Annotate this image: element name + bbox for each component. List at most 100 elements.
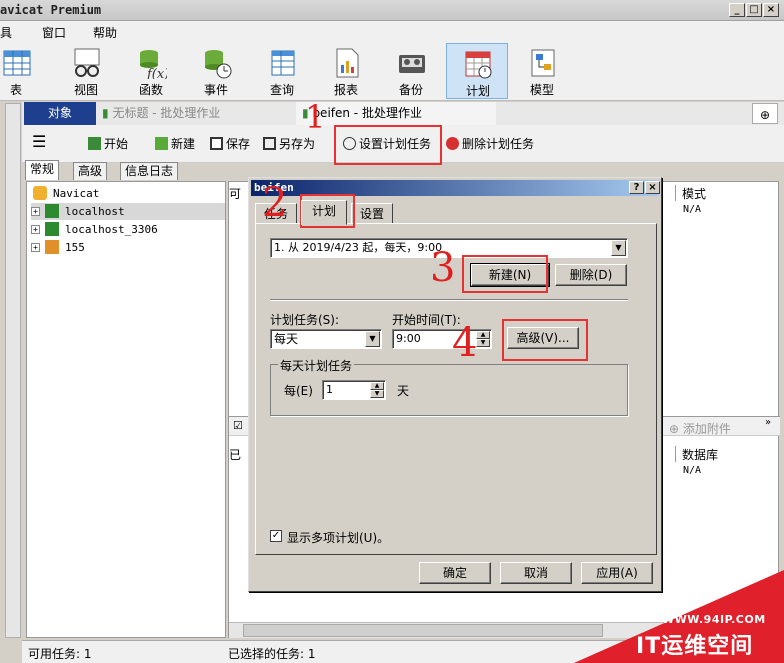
tree-root[interactable]: Navicat [33, 185, 99, 202]
tab-beifen[interactable]: ▮ beifen - 批处理作业 [296, 102, 496, 125]
delete-schedule-btn[interactable]: 删除(D) [555, 264, 627, 286]
toolbar-view[interactable]: 视图 [58, 43, 114, 99]
dropdown-icon[interactable]: ▼ [611, 240, 626, 256]
toolbar-report[interactable]: 报表 [318, 43, 374, 99]
ok-button[interactable]: 确定 [419, 562, 491, 584]
checkbox-icon[interactable]: ☑ [233, 419, 243, 432]
tree-item-localhost3306[interactable]: + localhost_3306 [31, 221, 158, 238]
menu-bar: 具 窗口 帮助 [0, 21, 784, 43]
new-schedule-button[interactable]: 新建(N) [471, 264, 549, 286]
every-input[interactable]: 1 ▲ ▼ [322, 380, 386, 400]
new-tab-icon[interactable]: ⊕ [752, 103, 778, 124]
spin-down-icon[interactable]: ▼ [476, 339, 490, 347]
set-schedule-label: 设置计划任务 [359, 137, 432, 151]
start-label: 开始 [104, 137, 129, 151]
left-scrollbar[interactable] [5, 103, 21, 638]
help-icon[interactable]: ? [629, 181, 644, 194]
table-icon [3, 50, 31, 76]
col-mode: 模式 [675, 185, 780, 201]
menu-help[interactable]: 帮助 [93, 24, 117, 41]
tree-item-label: localhost [65, 205, 125, 218]
scroll-thumb[interactable] [243, 624, 603, 637]
schedule-list[interactable]: 1. 从 2019/4/23 起，每天，9:00 ▼ [270, 238, 628, 258]
dialog-tab-schedule[interactable]: 计划 [301, 200, 348, 225]
title-bar: avicat Premium _ □ × [0, 0, 784, 21]
dialog-close-icon[interactable]: × [645, 181, 660, 194]
status-available: 可用任务: 1 [28, 647, 92, 661]
mode-value: N/A [683, 204, 702, 215]
save-as-button[interactable]: 另存为 [263, 135, 315, 152]
batch-toolbar: ☰ 开始 新建 保存 另存为 设置计划任务 删除计划任务 [22, 125, 784, 163]
toolbar-event-label: 事件 [203, 83, 228, 97]
toolbar-model[interactable]: 模型 [514, 43, 570, 99]
add-attachment-button[interactable]: ⊕ 添加附件 [669, 420, 731, 437]
set-schedule-button[interactable]: 设置计划任务 [343, 135, 431, 152]
watermark-text: IT运维空间 [636, 634, 754, 659]
show-multiple-checkbox[interactable]: ✓ [270, 530, 282, 542]
expand-icon[interactable]: + [31, 207, 40, 216]
dialog-titlebar: beifen ? × [251, 180, 660, 196]
delete-schedule-button[interactable]: 删除计划任务 [446, 135, 534, 152]
daily-group-title: 每天计划任务 [278, 357, 355, 374]
start-button[interactable]: 开始 [88, 135, 128, 152]
tree-item-label: localhost_3306 [65, 223, 158, 236]
toolbar-table[interactable]: 表 [0, 43, 44, 99]
watermark: WWW.94IP.COM IT运维空间 [574, 570, 784, 663]
tab-general[interactable]: 常规 [25, 160, 60, 180]
clock-icon [343, 137, 356, 150]
expand-icon[interactable]: + [31, 243, 40, 252]
schedule-task-value: 每天 [274, 332, 299, 346]
save-as-label: 另存为 [279, 137, 316, 151]
menu-icon[interactable]: ☰ [32, 132, 46, 151]
menu-window[interactable]: 窗口 [42, 24, 66, 41]
schedule-task-select[interactable]: 每天 ▼ [270, 329, 382, 349]
dropdown-icon[interactable]: ▼ [365, 331, 380, 347]
schedule-dialog: beifen ? × 任务 计划 设置 1. 从 2019/4/23 起，每天，… [248, 177, 662, 592]
expand-icon[interactable]: + [31, 225, 40, 234]
report-icon [336, 48, 359, 78]
toolbar-event[interactable]: 事件 [188, 43, 244, 99]
tab-objects[interactable]: 对象 [24, 102, 96, 125]
save-as-icon [263, 137, 276, 150]
main-toolbar: 表 视图 f(x) 函数 事件 查询 报表 备份 计划 模型 [0, 43, 784, 101]
toolbar-table-label: 表 [9, 83, 22, 97]
tab-advanced[interactable]: 高级 [73, 162, 108, 180]
minimize-button[interactable]: _ [729, 3, 745, 17]
connection-icon [45, 204, 59, 218]
maximize-button[interactable]: □ [746, 3, 762, 17]
tree-item-155[interactable]: +155 [31, 239, 85, 256]
toolbar-function[interactable]: f(x) 函数 [123, 43, 179, 99]
start-time-input[interactable]: 9:00 ▲ ▼ [392, 329, 492, 349]
new-button[interactable]: 新建 [155, 135, 195, 152]
menu-tools[interactable]: 具 [0, 24, 12, 41]
query-icon [271, 50, 295, 76]
dialog-tab-settings[interactable]: 设置 [351, 203, 394, 224]
watermark-url: WWW.94IP.COM [662, 613, 766, 626]
dialog-tab-task[interactable]: 任务 [255, 203, 298, 224]
save-button[interactable]: 保存 [210, 135, 250, 152]
tab-log[interactable]: 信息日志 [120, 162, 179, 180]
more-icon[interactable]: » [765, 417, 771, 428]
tree-item-localhost[interactable]: + localhost [31, 203, 225, 220]
every-value: 1 [326, 383, 333, 396]
advanced-button[interactable]: 高级(V)... [507, 327, 579, 349]
toolbar-schedule[interactable]: 计划 [446, 43, 508, 99]
close-button[interactable]: × [763, 3, 779, 17]
spin-down-icon[interactable]: ▼ [370, 390, 384, 398]
cancel-button[interactable]: 取消 [500, 562, 572, 584]
dialog-title: beifen [254, 181, 294, 194]
spin-up-icon[interactable]: ▲ [370, 382, 384, 390]
selected-header: 已 [229, 448, 242, 462]
toolbar-backup[interactable]: 备份 [383, 43, 439, 99]
toolbar-query[interactable]: 查询 [254, 43, 310, 99]
connection-tree: Navicat + localhost + localhost_3306 +155 [26, 181, 226, 638]
schedule-task-label: 计划任务(S): [270, 313, 340, 327]
connection-icon [45, 222, 59, 236]
col-database: 数据库 [675, 446, 780, 462]
tab-untitled[interactable]: ▮ 无标题 - 批处理作业 [96, 102, 296, 125]
function-icon: f(x) [140, 50, 167, 79]
day-unit: 天 [397, 384, 410, 398]
spin-up-icon[interactable]: ▲ [476, 331, 490, 339]
save-label: 保存 [226, 137, 251, 151]
toolbar-query-label: 查询 [269, 83, 294, 97]
